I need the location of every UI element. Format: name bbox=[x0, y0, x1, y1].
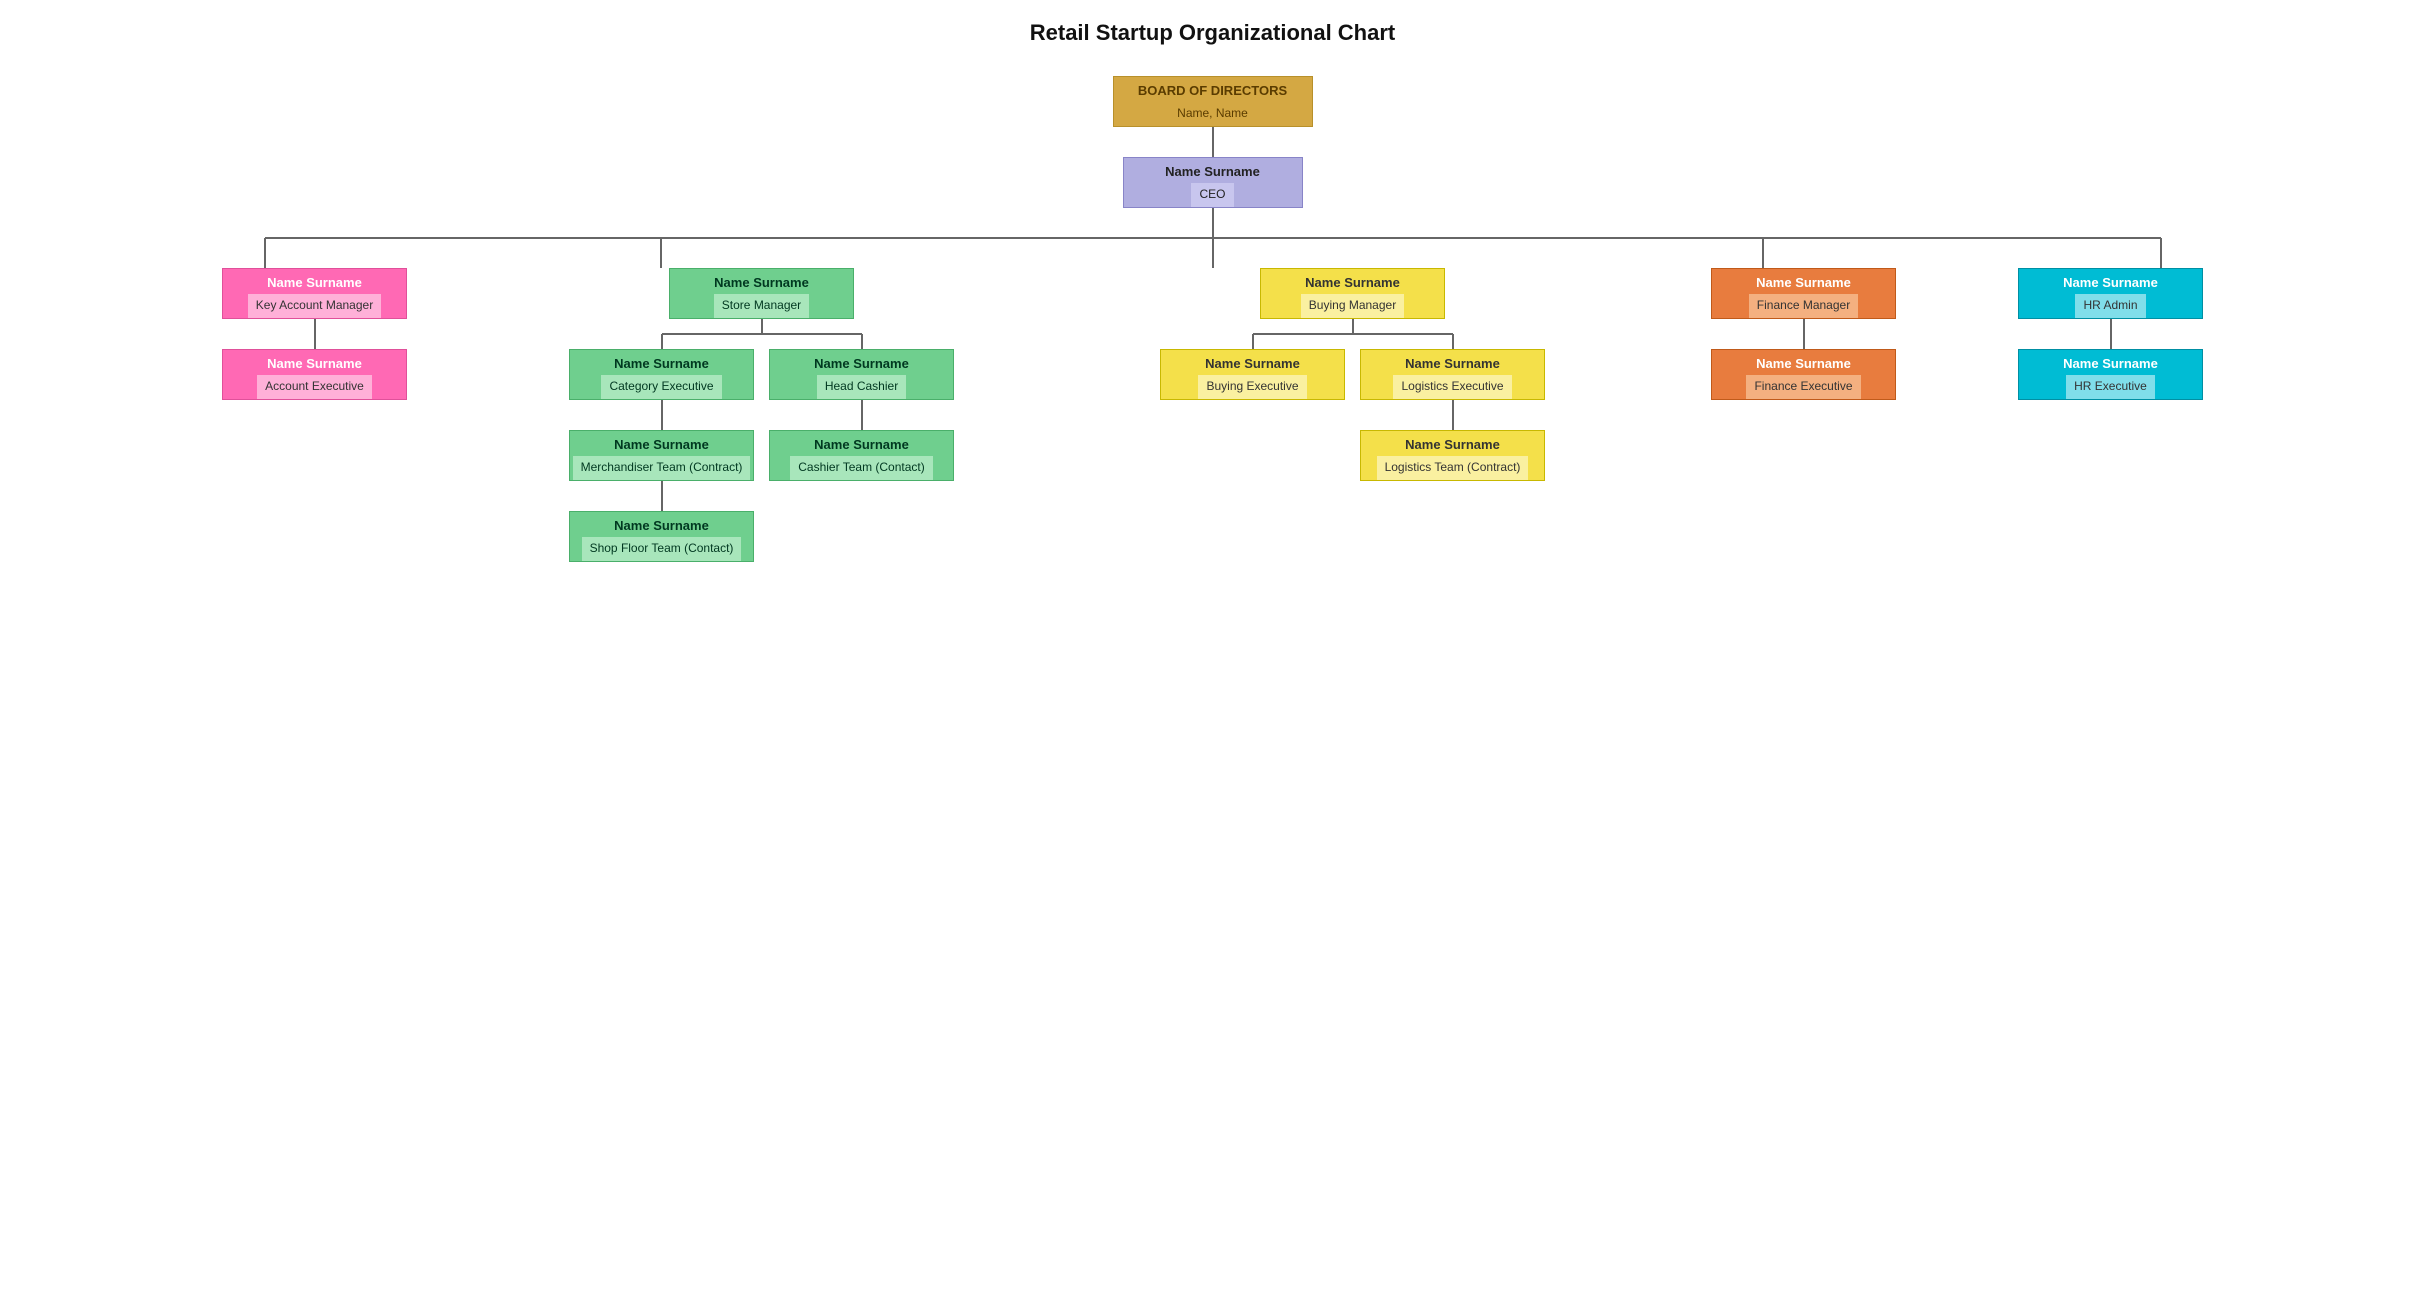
board-role: Name, Name bbox=[1169, 102, 1256, 126]
finance-exec-name: Name Surname bbox=[1748, 350, 1859, 375]
conn-logistics bbox=[1452, 400, 1454, 430]
hr-admin-subtree: Name Surname HR Admin Name Surname HR Ex… bbox=[1959, 268, 2263, 400]
logistics-exec-role: Logistics Executive bbox=[1393, 375, 1511, 399]
buying-mgr-name: Name Surname bbox=[1297, 269, 1408, 294]
ceo-name: Name Surname bbox=[1157, 158, 1268, 183]
connector-board-ceo bbox=[1212, 127, 1214, 157]
logistics-exec-col: Name Surname Logistics Executive Name Su… bbox=[1353, 349, 1553, 481]
key-account-role: Key Account Manager bbox=[248, 294, 381, 318]
store-manager-role: Store Manager bbox=[714, 294, 809, 318]
head-cashier-node[interactable]: Name Surname Head Cashier bbox=[769, 349, 954, 400]
buying-mgr-connector bbox=[1153, 319, 1553, 349]
buying-children-row: Name Surname Buying Executive Name Surna… bbox=[1153, 349, 1553, 481]
logistics-team-role: Logistics Team (Contract) bbox=[1377, 456, 1529, 480]
shop-floor-role: Shop Floor Team (Contact) bbox=[582, 537, 742, 561]
cashier-team-node[interactable]: Name Surname Cashier Team (Contact) bbox=[769, 430, 954, 481]
conn-ka bbox=[314, 319, 316, 349]
ceo-subtree: Name Surname CEO bbox=[1123, 157, 1303, 208]
finance-manager-node[interactable]: Name Surname Finance Manager bbox=[1711, 268, 1896, 319]
board-node[interactable]: BOARD OF DIRECTORS Name, Name bbox=[1113, 76, 1313, 127]
buying-mgr-role: Buying Manager bbox=[1301, 294, 1404, 318]
logistics-exec-name: Name Surname bbox=[1397, 350, 1508, 375]
finance-mgr-role: Finance Manager bbox=[1749, 294, 1858, 318]
store-mgr-connector bbox=[562, 319, 962, 349]
cat-exec-role: Category Executive bbox=[601, 375, 721, 399]
buying-exec-role: Buying Executive bbox=[1198, 375, 1306, 399]
finance-mgr-name: Name Surname bbox=[1748, 269, 1859, 294]
conn-finance bbox=[1803, 319, 1805, 349]
account-exec-node[interactable]: Name Surname Account Executive bbox=[222, 349, 407, 400]
org-chart: BOARD OF DIRECTORS Name, Name Name Surna… bbox=[20, 76, 2405, 562]
store-manager-node[interactable]: Name Surname Store Manager bbox=[669, 268, 854, 319]
conn-cat bbox=[661, 400, 663, 430]
ceo-node[interactable]: Name Surname CEO bbox=[1123, 157, 1303, 208]
hr-exec-name: Name Surname bbox=[2055, 350, 2166, 375]
key-account-subtree: Name Surname Key Account Manager Name Su… bbox=[163, 268, 467, 400]
cashier-team-name: Name Surname bbox=[806, 431, 917, 456]
store-manager-subtree: Name Surname Store Manager Name Surname … bbox=[467, 268, 1057, 562]
conn-shop bbox=[661, 481, 663, 511]
buying-manager-subtree: Name Surname Buying Manager Name Surname… bbox=[1057, 268, 1649, 481]
buying-manager-node[interactable]: Name Surname Buying Manager bbox=[1260, 268, 1445, 319]
buying-exec-node[interactable]: Name Surname Buying Executive bbox=[1160, 349, 1345, 400]
head-cashier-col: Name Surname Head Cashier Name Surname C… bbox=[762, 349, 962, 481]
cashier-team-role: Cashier Team (Contact) bbox=[790, 456, 933, 480]
buying-exec-name: Name Surname bbox=[1197, 350, 1308, 375]
store-children-row: Name Surname Category Executive Name Sur… bbox=[562, 349, 962, 562]
category-exec-node[interactable]: Name Surname Category Executive bbox=[569, 349, 754, 400]
merch-team-node[interactable]: Name Surname Merchandiser Team (Contract… bbox=[569, 430, 754, 481]
finance-manager-subtree: Name Surname Finance Manager Name Surnam… bbox=[1649, 268, 1959, 400]
merch-team-name: Name Surname bbox=[606, 431, 717, 456]
ceo-role: CEO bbox=[1191, 183, 1233, 207]
hr-admin-node[interactable]: Name Surname HR Admin bbox=[2018, 268, 2203, 319]
logistics-team-name: Name Surname bbox=[1397, 431, 1508, 456]
l2-row: Name Surname Key Account Manager Name Su… bbox=[113, 268, 2313, 562]
buying-exec-col: Name Surname Buying Executive bbox=[1153, 349, 1353, 400]
store-manager-name: Name Surname bbox=[706, 269, 817, 294]
board-subtree: BOARD OF DIRECTORS Name, Name bbox=[1113, 76, 1313, 157]
head-cashier-role: Head Cashier bbox=[817, 375, 906, 399]
logistics-exec-node[interactable]: Name Surname Logistics Executive bbox=[1360, 349, 1545, 400]
head-cashier-name: Name Surname bbox=[806, 350, 917, 375]
shop-floor-node[interactable]: Name Surname Shop Floor Team (Contact) bbox=[569, 511, 754, 562]
conn-hr bbox=[2110, 319, 2112, 349]
category-exec-col: Name Surname Category Executive Name Sur… bbox=[562, 349, 762, 562]
key-account-node[interactable]: Name Surname Key Account Manager bbox=[222, 268, 407, 319]
chart-container: BOARD OF DIRECTORS Name, Name Name Surna… bbox=[20, 76, 2405, 562]
account-exec-name: Name Surname bbox=[259, 350, 370, 375]
finance-exec-role: Finance Executive bbox=[1746, 375, 1860, 399]
hr-admin-role: HR Admin bbox=[2075, 294, 2145, 318]
hr-admin-name: Name Surname bbox=[2055, 269, 2166, 294]
chart-title: Retail Startup Organizational Chart bbox=[20, 20, 2405, 46]
hr-exec-role: HR Executive bbox=[2066, 375, 2155, 399]
key-account-name: Name Surname bbox=[259, 269, 370, 294]
board-name: BOARD OF DIRECTORS bbox=[1130, 77, 1295, 102]
account-exec-role: Account Executive bbox=[257, 375, 372, 399]
cat-exec-name: Name Surname bbox=[606, 350, 717, 375]
logistics-team-node[interactable]: Name Surname Logistics Team (Contract) bbox=[1360, 430, 1545, 481]
shop-floor-name: Name Surname bbox=[606, 512, 717, 537]
conn-cashier bbox=[861, 400, 863, 430]
merch-team-role: Merchandiser Team (Contract) bbox=[573, 456, 751, 480]
hr-exec-node[interactable]: Name Surname HR Executive bbox=[2018, 349, 2203, 400]
ceo-to-l2-connector bbox=[113, 208, 2313, 268]
finance-exec-node[interactable]: Name Surname Finance Executive bbox=[1711, 349, 1896, 400]
